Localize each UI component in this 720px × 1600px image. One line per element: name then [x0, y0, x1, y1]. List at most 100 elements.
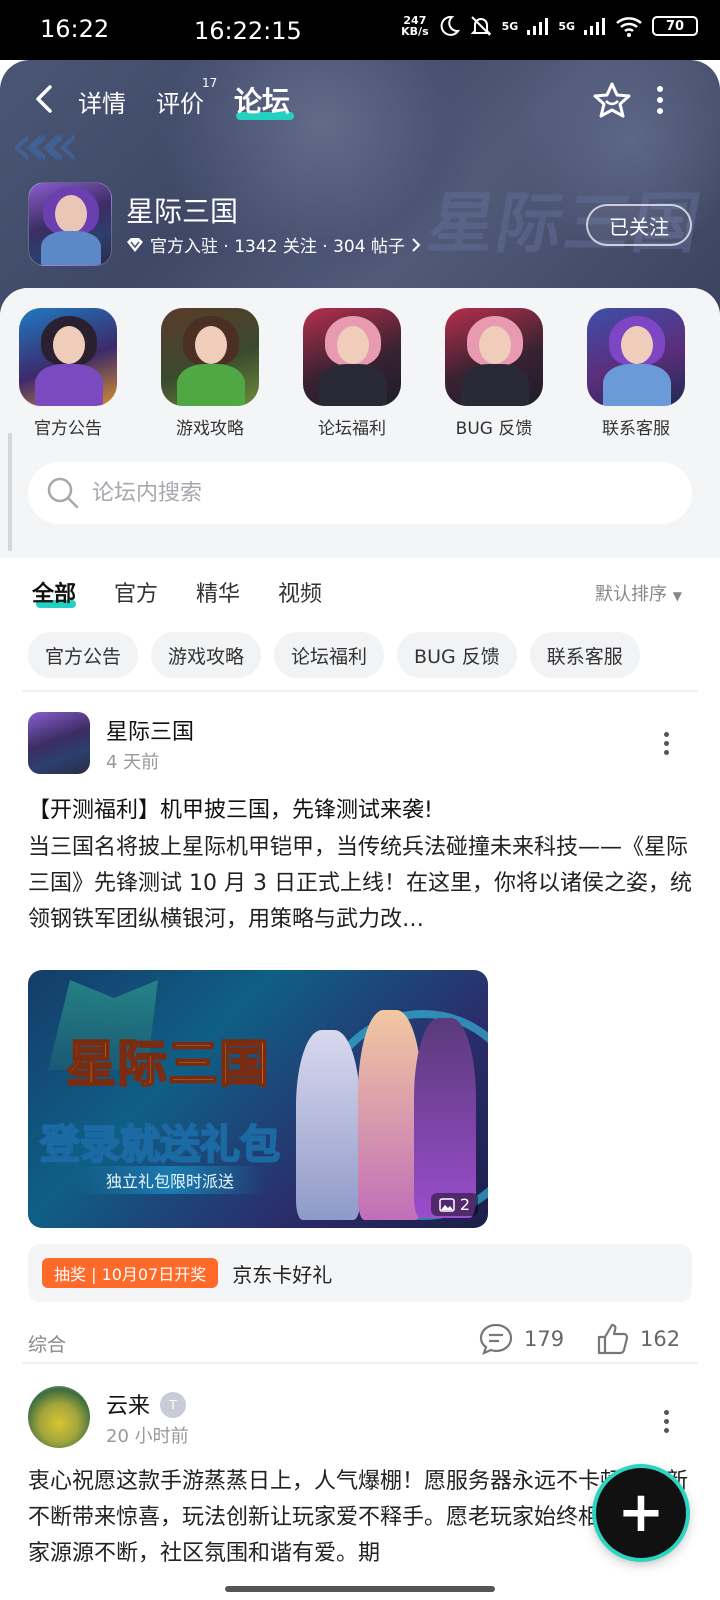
- chip-guides[interactable]: 游戏攻略: [151, 632, 262, 678]
- post-footer: 综合 179 162: [0, 1318, 720, 1368]
- author-avatar[interactable]: [28, 712, 90, 774]
- scroll-indicator: [8, 433, 12, 551]
- tab-forum[interactable]: 论坛: [234, 80, 290, 120]
- battery-icon: 70: [652, 16, 698, 36]
- post-time: 4 天前: [106, 752, 160, 773]
- category-label: BUG 反馈: [455, 419, 533, 439]
- avatar-body: [41, 231, 101, 265]
- chip-official[interactable]: 官方公告: [28, 632, 139, 678]
- category-support-image: [587, 308, 685, 406]
- banner-art-character: [296, 1030, 360, 1220]
- game-avatar[interactable]: [28, 182, 112, 266]
- game-meta-text: 官方入驻 · 1342 关注 · 304 帖子: [150, 237, 405, 257]
- banner-art-character: [358, 1010, 422, 1220]
- topic-chips: 官方公告 游戏攻略 论坛福利 BUG 反馈 联系客服: [28, 632, 640, 678]
- game-title: 星际三国: [126, 195, 239, 228]
- plus-icon: +: [617, 1480, 665, 1545]
- post-more-icon[interactable]: [664, 1410, 670, 1437]
- image-count-badge: 2: [430, 1193, 478, 1216]
- post-title[interactable]: 【开测福利】机甲披三国，先锋测试来袭!: [28, 792, 433, 824]
- comment-count: 179: [524, 1327, 565, 1351]
- follow-button[interactable]: 已关注: [586, 204, 692, 246]
- tab-reviews[interactable]: 评价: [156, 84, 204, 119]
- caret-down-icon: ▼: [672, 589, 682, 603]
- top-nav: 详情 评价 17 论坛: [0, 60, 720, 140]
- back-icon[interactable]: [30, 84, 60, 114]
- author-avatar[interactable]: [28, 1386, 90, 1448]
- category-guides[interactable]: 游戏攻略: [150, 308, 270, 439]
- category-benefits-image: [303, 308, 401, 406]
- status-time: 16:22: [40, 15, 110, 43]
- lottery-card[interactable]: 抽奖 | 10月07日开奖 京东卡好礼: [28, 1244, 692, 1302]
- category-bug-report[interactable]: BUG 反馈: [434, 308, 554, 439]
- post-body[interactable]: 当三国名将披上星际机甲铠甲，当传统兵法碰撞未来科技——《星际三国》先锋测试 10…: [28, 830, 694, 938]
- search-input[interactable]: [92, 480, 652, 506]
- post-more-icon[interactable]: [664, 732, 670, 759]
- signal-label-1: 5G: [501, 19, 519, 33]
- filter-tabs: 全部 官方 精华 视频 默认排序 ▼: [0, 570, 720, 618]
- signal-label-2: 5G: [558, 19, 575, 33]
- category-official-image: [19, 308, 117, 406]
- search-icon: [47, 477, 79, 509]
- filter-tab-all[interactable]: 全部: [32, 576, 76, 608]
- chip-benefits[interactable]: 论坛福利: [274, 632, 385, 678]
- category-label: 游戏攻略: [176, 419, 244, 439]
- category-official[interactable]: 官方公告: [8, 308, 128, 439]
- status-clock: 16:22:15: [194, 17, 302, 45]
- wifi-icon: [616, 17, 642, 37]
- sort-dropdown[interactable]: 默认排序 ▼: [595, 580, 682, 606]
- post-body[interactable]: 衷心祝愿这款手游蒸蒸日上，人气爆棚！愿服务器永远不卡顿，更新不断带来惊喜，玩法创…: [28, 1464, 694, 1572]
- favorite-star-icon[interactable]: [592, 80, 632, 120]
- net-speed-unit: KB/s: [401, 25, 429, 38]
- category-guides-image: [161, 308, 259, 406]
- comment-icon: [479, 1323, 513, 1355]
- category-shortcuts: 官方公告 游戏攻略 论坛福利 BUG 反馈 联系客服: [0, 308, 720, 439]
- more-options-icon[interactable]: [655, 86, 665, 116]
- signal-icon: [527, 18, 549, 35]
- post-author[interactable]: 云来: [106, 1388, 150, 1420]
- post-category[interactable]: 综合: [28, 1330, 66, 1357]
- category-label: 论坛福利: [318, 419, 386, 439]
- divider: [22, 1362, 698, 1364]
- game-meta[interactable]: 官方入驻 · 1342 关注 · 304 帖子: [126, 232, 421, 257]
- post-time: 20 小时前: [106, 1426, 189, 1447]
- image-icon: [439, 1197, 455, 1212]
- create-post-button[interactable]: +: [596, 1468, 686, 1558]
- lottery-tag: 抽奖 | 10月07日开奖: [42, 1258, 219, 1288]
- category-bug-image: [445, 308, 543, 406]
- post-image[interactable]: 星际三国 登录就送礼包 独立礼包限时派送 2: [28, 970, 488, 1228]
- chevron-right-icon: [412, 237, 421, 252]
- moon-icon: [440, 15, 460, 36]
- diamond-verified-icon: [127, 237, 143, 252]
- comment-button[interactable]: 179: [478, 1322, 564, 1356]
- net-speed: 247 KB/s: [401, 15, 428, 37]
- like-button[interactable]: 162: [596, 1322, 680, 1356]
- status-icons: 247 KB/s 5G 5G 70: [401, 14, 698, 38]
- forum-search-bar[interactable]: [28, 462, 692, 524]
- category-support[interactable]: 联系客服: [576, 308, 696, 439]
- banner-subtitle: 登录就送礼包: [39, 1121, 281, 1169]
- category-benefits[interactable]: 论坛福利: [292, 308, 412, 439]
- signal-icon-2: [584, 18, 605, 35]
- thumbs-up-icon: [597, 1323, 629, 1355]
- chip-support[interactable]: 联系客服: [529, 632, 640, 678]
- battery-level: 70: [665, 18, 685, 34]
- banner-note: 独立礼包限时派送: [76, 1166, 265, 1194]
- divider: [22, 690, 698, 692]
- chip-bug[interactable]: BUG 反馈: [397, 632, 517, 678]
- filter-tab-video[interactable]: 视频: [278, 576, 322, 608]
- filter-tab-featured[interactable]: 精华: [196, 576, 240, 608]
- home-indicator[interactable]: [225, 1586, 495, 1592]
- bell-muted-icon: [470, 16, 492, 36]
- sort-label: 默认排序: [595, 584, 668, 605]
- category-label: 官方公告: [34, 419, 102, 439]
- post-author[interactable]: 星际三国: [106, 714, 194, 746]
- lottery-prize: 京东卡好礼: [232, 1262, 333, 1287]
- filter-tab-official[interactable]: 官方: [114, 576, 158, 608]
- tab-details[interactable]: 详情: [78, 84, 126, 119]
- image-count: 2: [459, 1195, 470, 1214]
- status-bar: 16:22 16:22:15 247 KB/s 5G 5G 70: [0, 0, 720, 60]
- banner-art-character: [414, 1018, 476, 1218]
- like-count: 162: [640, 1327, 681, 1351]
- forum-top-area: 官方公告 游戏攻略 论坛福利 BUG 反馈 联系客服 论坛内搜索: [0, 288, 720, 558]
